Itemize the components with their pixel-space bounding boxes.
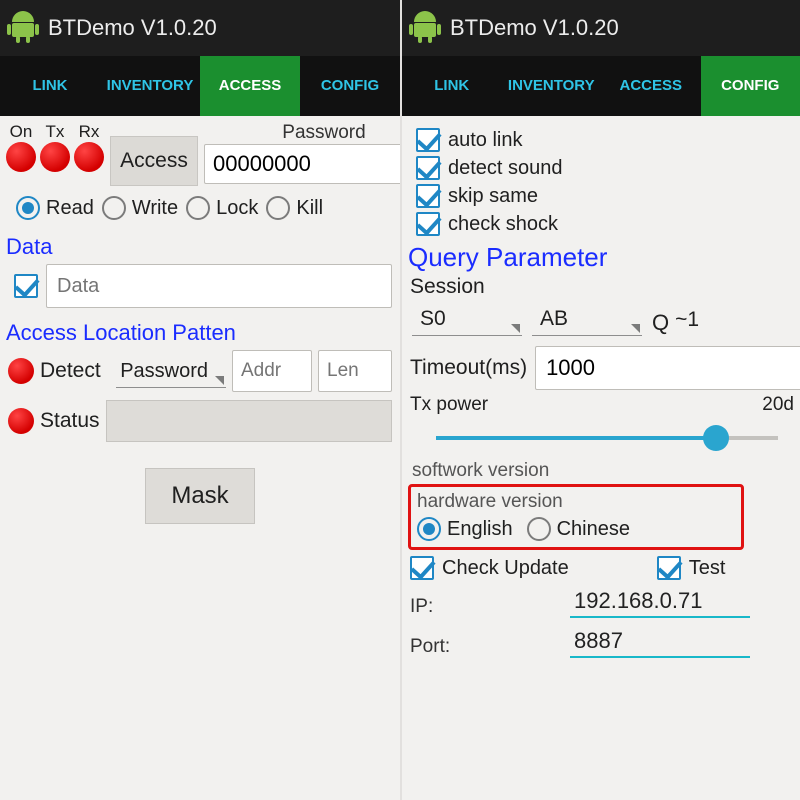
softwork-version-label: softwork version bbox=[406, 458, 796, 482]
chk-check-update[interactable]: Check Update bbox=[410, 556, 569, 580]
indicator-on-icon bbox=[6, 142, 36, 172]
lang-english[interactable]: English bbox=[417, 517, 513, 541]
port-input[interactable] bbox=[570, 626, 750, 658]
tab-inventory[interactable]: INVENTORY bbox=[502, 56, 602, 116]
tab-config[interactable]: CONFIG bbox=[701, 56, 800, 116]
android-icon bbox=[8, 11, 38, 45]
session-label: Session bbox=[406, 275, 796, 299]
status-label: Status bbox=[40, 409, 100, 433]
tab-access[interactable]: ACCESS bbox=[601, 56, 701, 116]
ip-label: IP: bbox=[410, 596, 560, 618]
chk-test[interactable]: Test bbox=[657, 556, 726, 580]
tx-power-label: Tx power bbox=[410, 394, 488, 416]
checkbox-on-icon bbox=[416, 156, 440, 180]
password-input[interactable] bbox=[204, 144, 414, 184]
checkbox-on-icon bbox=[657, 556, 681, 580]
radio-off-icon bbox=[266, 196, 290, 220]
tab-config[interactable]: CONFIG bbox=[300, 56, 400, 116]
chk-skip-same[interactable]: skip same bbox=[416, 184, 584, 208]
bank-spinner[interactable]: Password bbox=[116, 354, 226, 388]
chk-check-shock[interactable]: check shock bbox=[416, 212, 786, 236]
data-section-label: Data bbox=[4, 230, 396, 262]
checkbox-on-icon bbox=[416, 212, 440, 236]
checkbox-on-icon bbox=[410, 556, 434, 580]
checkbox-on-icon bbox=[416, 128, 440, 152]
tab-inventory[interactable]: INVENTORY bbox=[100, 56, 200, 116]
op-write[interactable]: Write bbox=[102, 196, 178, 220]
password-label: Password bbox=[204, 122, 414, 144]
detect-indicator-icon bbox=[8, 358, 34, 384]
port-label: Port: bbox=[410, 636, 560, 658]
screen-config: BTDemo V1.0.20 LINK INVENTORY ACCESS CON… bbox=[400, 0, 800, 800]
len-input[interactable] bbox=[318, 350, 392, 392]
indicator-rx-icon bbox=[74, 142, 104, 172]
chk-detect-sound[interactable]: detect sound bbox=[416, 156, 584, 180]
screen-access: BTDemo V1.0.20 LINK INVENTORY ACCESS CON… bbox=[0, 0, 400, 800]
detect-label: Detect bbox=[40, 359, 101, 383]
data-input[interactable] bbox=[46, 264, 392, 308]
timeout-label: Timeout(ms) bbox=[410, 356, 527, 380]
target-spinner[interactable]: AB bbox=[532, 301, 642, 336]
addr-input[interactable] bbox=[232, 350, 312, 392]
data-checkbox[interactable] bbox=[14, 274, 38, 298]
checkbox-on-icon bbox=[416, 184, 440, 208]
indicator-tx-icon bbox=[40, 142, 70, 172]
op-lock[interactable]: Lock bbox=[186, 196, 258, 220]
radio-off-icon bbox=[186, 196, 210, 220]
op-read[interactable]: Read bbox=[16, 196, 94, 220]
tab-link[interactable]: LINK bbox=[402, 56, 502, 116]
app-title: BTDemo V1.0.20 bbox=[48, 15, 217, 41]
lang-chinese[interactable]: Chinese bbox=[527, 517, 630, 541]
q-value: ~1 bbox=[675, 308, 699, 336]
mask-button[interactable]: Mask bbox=[145, 468, 255, 524]
highlight-box: hardware version English Chinese bbox=[408, 484, 744, 550]
tabs: LINK INVENTORY ACCESS CONFIG bbox=[0, 56, 400, 116]
hardware-version-label: hardware version bbox=[417, 489, 735, 513]
app-title: BTDemo V1.0.20 bbox=[450, 15, 619, 41]
ip-input[interactable] bbox=[570, 586, 750, 618]
radio-on-icon bbox=[16, 196, 40, 220]
indicator-rx-label: Rx bbox=[72, 122, 106, 142]
slider-thumb-icon[interactable] bbox=[703, 425, 729, 451]
access-button[interactable]: Access bbox=[110, 136, 198, 186]
op-kill[interactable]: Kill bbox=[266, 196, 323, 220]
tab-access[interactable]: ACCESS bbox=[200, 56, 300, 116]
tx-power-value: 20d bbox=[762, 394, 794, 416]
q-label: Q bbox=[652, 310, 669, 336]
chk-auto-link[interactable]: auto link bbox=[416, 128, 584, 152]
query-parameter-header: Query Parameter bbox=[406, 238, 796, 275]
title-bar: BTDemo V1.0.20 bbox=[402, 0, 800, 56]
access-location-label: Access Location Patten bbox=[4, 316, 396, 348]
radio-off-icon bbox=[527, 517, 551, 541]
status-box bbox=[106, 400, 392, 442]
title-bar: BTDemo V1.0.20 bbox=[0, 0, 400, 56]
indicator-tx-label: Tx bbox=[38, 122, 72, 142]
radio-on-icon bbox=[417, 517, 441, 541]
session-spinner[interactable]: S0 bbox=[412, 301, 522, 336]
tab-link[interactable]: LINK bbox=[0, 56, 100, 116]
tabs: LINK INVENTORY ACCESS CONFIG bbox=[402, 56, 800, 116]
indicator-on-label: On bbox=[4, 122, 38, 142]
radio-off-icon bbox=[102, 196, 126, 220]
android-icon bbox=[410, 11, 440, 45]
timeout-input[interactable] bbox=[535, 346, 800, 390]
tx-power-slider[interactable] bbox=[436, 420, 778, 456]
status-indicator-icon bbox=[8, 408, 34, 434]
